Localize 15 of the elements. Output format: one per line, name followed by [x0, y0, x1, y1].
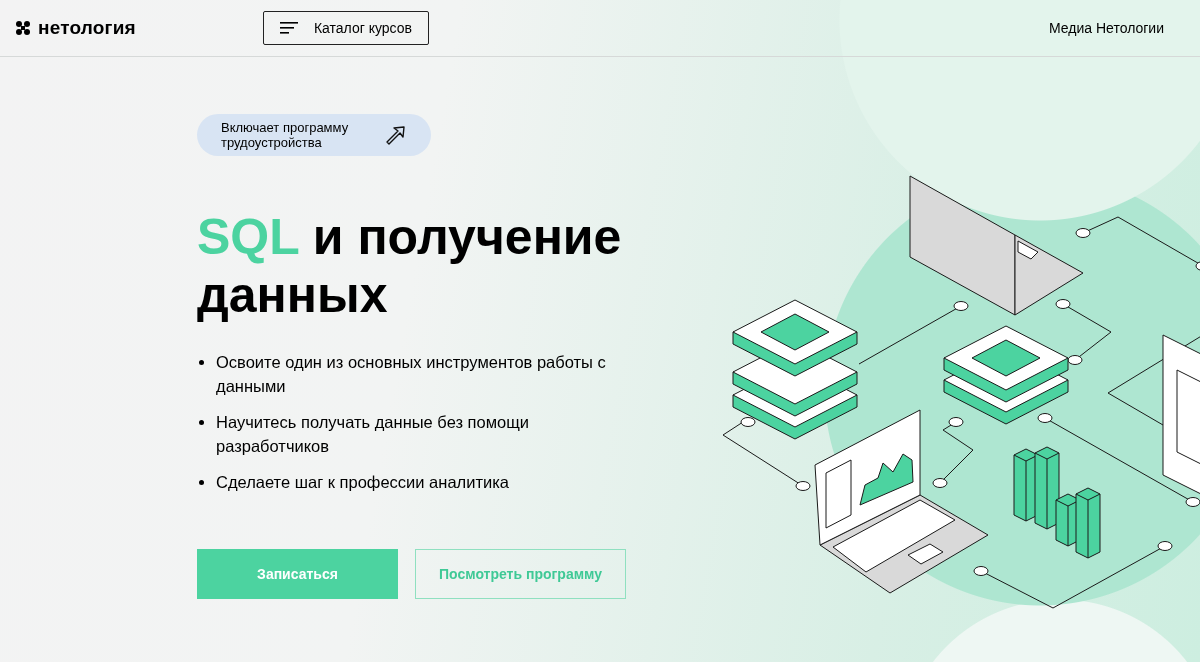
bullet-text: Освоите один из основных инструментов работы с данными	[216, 352, 607, 397]
bullet-icon	[199, 360, 204, 365]
course-title: SQL и получение данных	[197, 208, 623, 324]
arrow-icon	[385, 124, 407, 146]
bullet-text: Сделаете шаг к профессии аналитика	[216, 472, 509, 493]
media-link[interactable]: Медиа Нетологии	[1049, 17, 1164, 39]
bullet-icon	[199, 480, 204, 485]
catalog-button[interactable]: Каталог курсов	[262, 11, 429, 45]
badge-text: Включает программу трудоустройства	[221, 120, 350, 150]
logo-icon	[16, 21, 30, 35]
bullet-text: Научитесь получать данные без помощи разработчиков	[216, 412, 531, 457]
bullet-icon	[199, 420, 204, 425]
employment-badge[interactable]: Включает программу трудоустройства	[197, 114, 431, 156]
logo-text[interactable]: нетология	[38, 13, 136, 43]
menu-icon	[279, 22, 298, 34]
